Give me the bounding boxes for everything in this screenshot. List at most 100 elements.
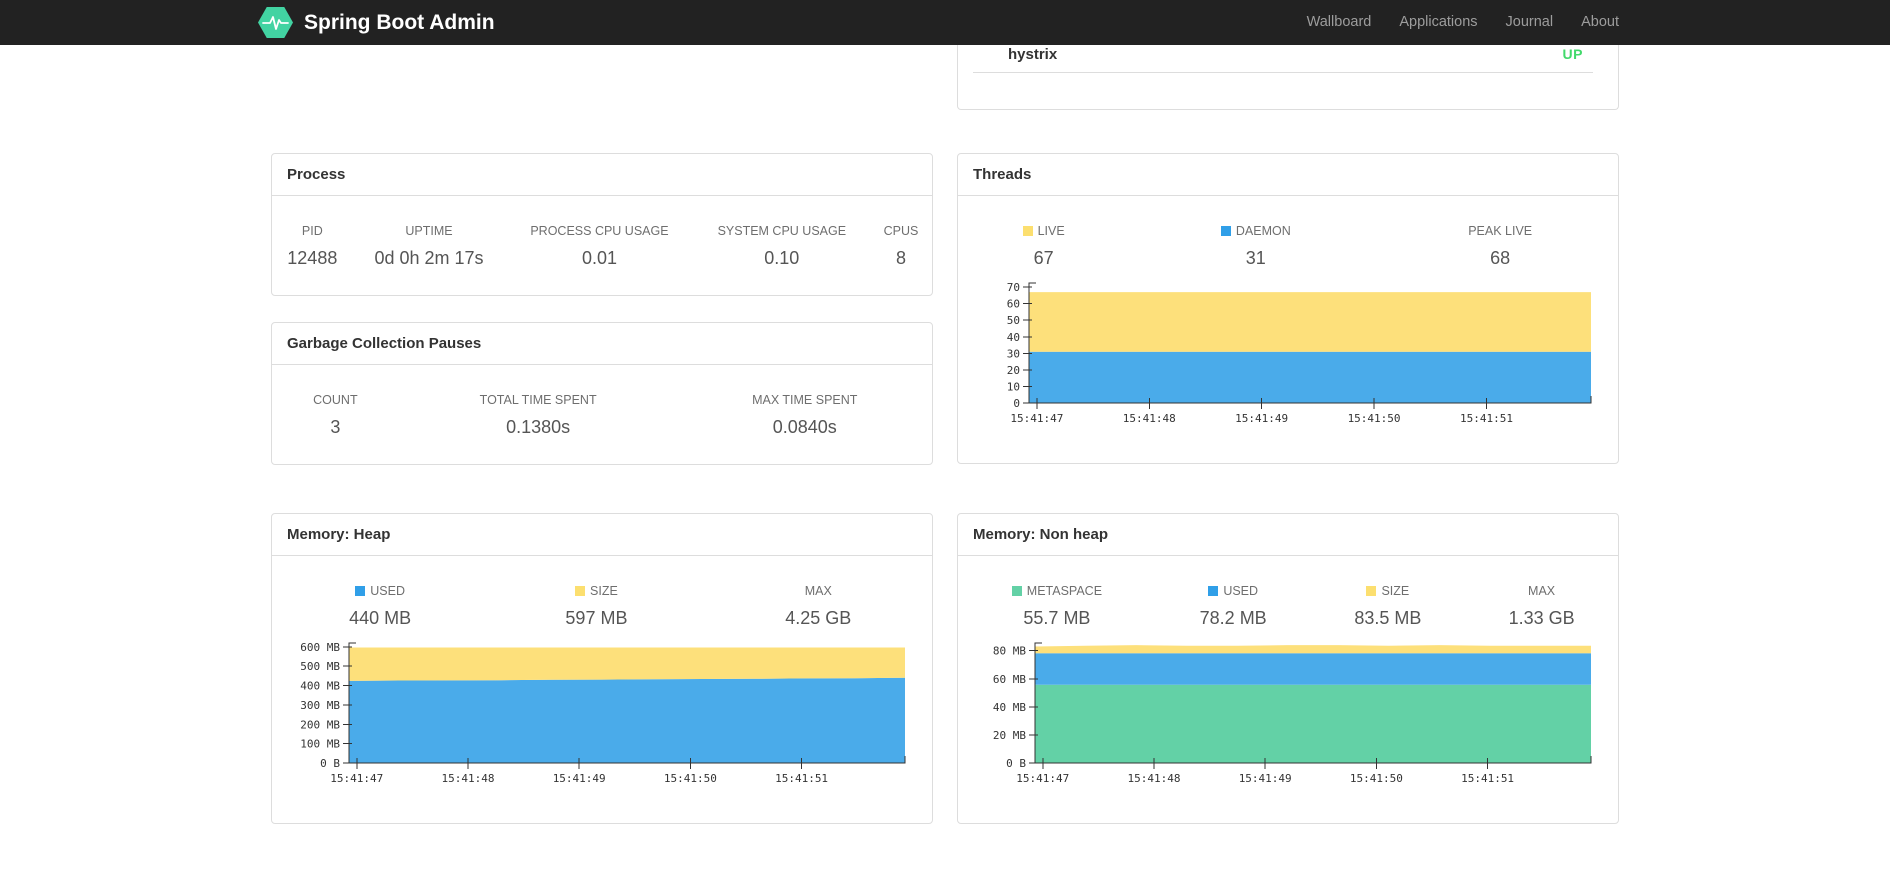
legend-item: LIVE	[958, 196, 1129, 242]
nav-item-journal[interactable]: Journal	[1492, 0, 1568, 45]
svg-text:300 MB: 300 MB	[300, 699, 340, 712]
svg-text:40 MB: 40 MB	[993, 701, 1026, 714]
legend-item: SIZE	[488, 556, 704, 602]
svg-text:15:41:50: 15:41:50	[1348, 412, 1401, 425]
svg-text:15:41:48: 15:41:48	[1127, 772, 1180, 785]
stat-value: 68	[1490, 248, 1511, 268]
svg-text:40: 40	[1007, 331, 1020, 344]
svg-text:15:41:49: 15:41:49	[1239, 772, 1292, 785]
memory-nonheap-chart: 0 B 20 MB 40 MB 60 MB 80 MB 15:41:47 15:41:48 1…	[993, 642, 1592, 785]
legend-label: DAEMON	[1235, 224, 1291, 238]
health-status-badge: UP	[1562, 46, 1583, 62]
legend-label: USED	[1223, 584, 1259, 598]
legend-label: USED	[370, 584, 406, 598]
svg-text:15:41:47: 15:41:47	[1016, 772, 1069, 785]
health-item-name: hystrix	[1008, 46, 1058, 63]
legend-swatch-metaspace	[1011, 586, 1022, 596]
nav-item-about[interactable]: About	[1567, 0, 1619, 45]
stat-label: PID	[301, 224, 323, 238]
legend-label: MAX	[804, 584, 832, 598]
stat-value: 8	[896, 248, 907, 268]
nonheap-chart-area: 0 B 20 MB 40 MB 60 MB 80 MB 15:41:47 15:41:48 1…	[958, 635, 1618, 793]
svg-text:15:41:47: 15:41:47	[330, 772, 383, 785]
legend-item: DAEMON	[1129, 196, 1382, 242]
svg-text:15:41:51: 15:41:51	[1460, 412, 1513, 425]
stat-value: 83.5 MB	[1354, 608, 1422, 628]
svg-text:15:41:51: 15:41:51	[775, 772, 828, 785]
memory-heap-card-title: Memory: Heap	[272, 514, 932, 556]
stat-value: 1.33 GB	[1508, 608, 1575, 628]
svg-text:20: 20	[1007, 364, 1020, 377]
svg-text:15:41:47: 15:41:47	[1010, 412, 1063, 425]
legend-label: MAX	[1528, 584, 1556, 598]
legend-swatch-used	[355, 586, 366, 596]
brand-title: Spring Boot Admin	[304, 10, 495, 34]
legend-label: SIZE	[1381, 584, 1410, 598]
health-panel: hystrix UP	[957, 45, 1619, 110]
svg-text:15:41:48: 15:41:48	[1123, 412, 1176, 425]
brand-logo-icon	[258, 7, 293, 38]
svg-text:10: 10	[1007, 380, 1020, 393]
stat-value: 440 MB	[349, 608, 412, 628]
svg-text:15:41:49: 15:41:49	[553, 772, 606, 785]
svg-text:600 MB: 600 MB	[300, 641, 340, 654]
svg-text:70: 70	[1007, 281, 1020, 294]
stat-label: UPTIME	[405, 224, 453, 238]
process-card: Process PID UPTIME PROCESS CPU USAGE SYS…	[271, 153, 933, 296]
legend-item: MAX	[705, 556, 932, 602]
threads-chart: 0 10 20 30 40 50 60 70 15:41:47 15:41:48 15:41:49 1…	[1007, 281, 1592, 425]
threads-legend-table: LIVE DAEMON PEAK LIVE 67 31 68	[958, 196, 1618, 271]
gc-stats-table: COUNT TOTAL TIME SPENT MAX TIME SPENT 3 …	[272, 365, 932, 458]
svg-text:15:41:51: 15:41:51	[1461, 772, 1514, 785]
svg-text:30: 30	[1007, 347, 1020, 360]
svg-text:500 MB: 500 MB	[300, 660, 340, 673]
svg-text:0 B: 0 B	[1006, 757, 1026, 770]
stat-value: 597 MB	[565, 608, 628, 628]
navbar-menu: Wallboard Applications Journal About	[1293, 0, 1619, 45]
stat-value: 55.7 MB	[1023, 608, 1091, 628]
stat-value: 78.2 MB	[1199, 608, 1267, 628]
health-item-row: hystrix UP	[958, 45, 1618, 72]
legend-swatch-live	[1022, 226, 1033, 236]
gc-card: Garbage Collection Pauses COUNT TOTAL TI…	[271, 322, 933, 465]
legend-swatch-size	[575, 586, 586, 596]
svg-text:15:41:49: 15:41:49	[1235, 412, 1288, 425]
nonheap-legend-table: METASPACE USED SIZE MAX 55.7 MB 78.2 MB …	[958, 556, 1618, 631]
top-navbar: Spring Boot Admin Wallboard Applications…	[0, 0, 1890, 45]
memory-heap-card: Memory: Heap USED SIZE MAX 440 MB 597 MB…	[271, 513, 933, 824]
stat-label: CPUS	[883, 224, 919, 238]
legend-item: USED	[1156, 556, 1311, 602]
heap-chart-area: 0 B 100 MB 200 MB 300 MB 400 MB 500 MB 600 MB 1…	[272, 635, 932, 793]
stat-value: 0.01	[581, 248, 617, 268]
svg-text:15:41:50: 15:41:50	[664, 772, 717, 785]
legend-item: USED	[272, 556, 488, 602]
svg-text:0: 0	[1013, 397, 1020, 410]
svg-text:0 B: 0 B	[320, 757, 340, 770]
svg-text:100 MB: 100 MB	[300, 738, 340, 751]
threads-card: Threads LIVE DAEMON PEAK LIVE 67 31 68 0…	[957, 153, 1619, 464]
memory-nonheap-card-title: Memory: Non heap	[958, 514, 1618, 556]
legend-item: METASPACE	[958, 556, 1156, 602]
legend-item: SIZE	[1311, 556, 1466, 602]
stat-value: 12488	[287, 248, 338, 268]
stat-value: 0d 0h 2m 17s	[374, 248, 484, 268]
legend-label: LIVE	[1037, 224, 1065, 238]
stat-value: 4.25 GB	[785, 608, 852, 628]
legend-item: PEAK LIVE	[1382, 196, 1618, 242]
legend-swatch-size	[1366, 586, 1377, 596]
stat-value: 3	[330, 417, 341, 437]
nav-item-wallboard[interactable]: Wallboard	[1293, 0, 1386, 45]
threads-card-title: Threads	[958, 154, 1618, 196]
brand-link[interactable]: Spring Boot Admin	[258, 7, 495, 38]
legend-item: MAX	[1465, 556, 1618, 602]
process-card-title: Process	[272, 154, 932, 196]
svg-text:60 MB: 60 MB	[993, 673, 1026, 686]
divider	[973, 72, 1593, 73]
svg-text:400 MB: 400 MB	[300, 680, 340, 693]
stat-label: SYSTEM CPU USAGE	[717, 224, 847, 238]
stat-label: COUNT	[313, 393, 358, 407]
nav-item-applications[interactable]: Applications	[1385, 0, 1491, 45]
stat-label: MAX TIME SPENT	[752, 393, 858, 407]
stat-label: TOTAL TIME SPENT	[479, 393, 597, 407]
heap-legend-table: USED SIZE MAX 440 MB 597 MB 4.25 GB	[272, 556, 932, 631]
